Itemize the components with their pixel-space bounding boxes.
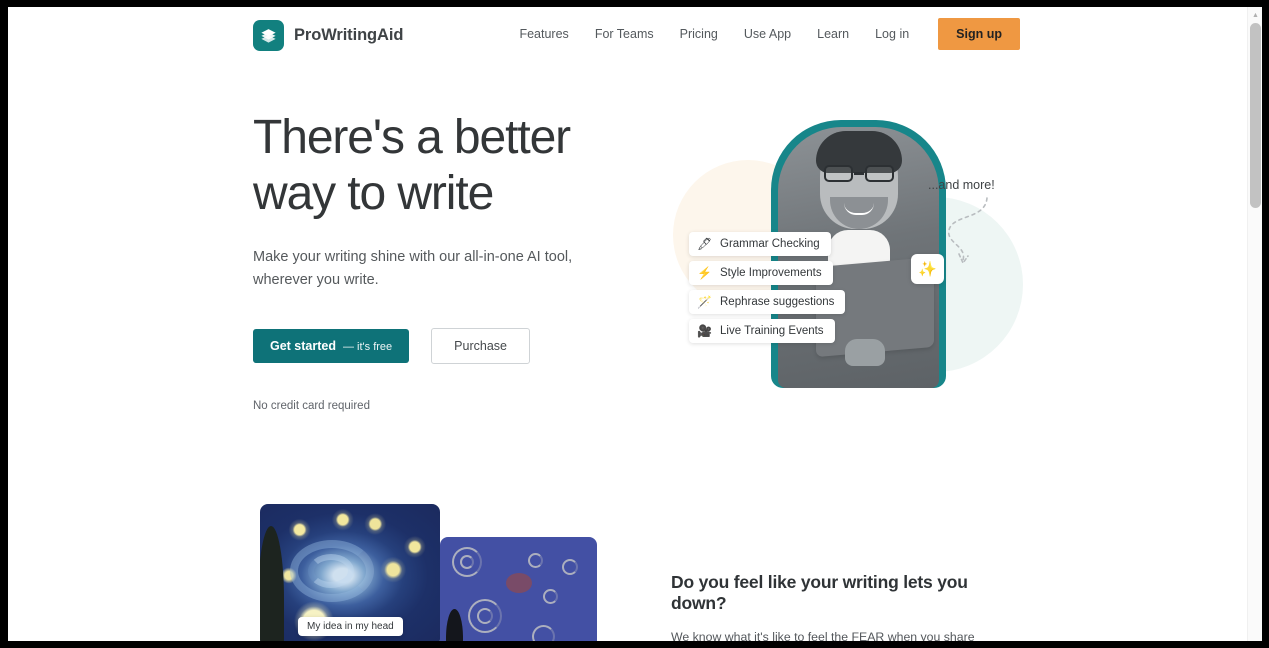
- glasses-lens-right: [865, 165, 894, 182]
- page-scrollbar[interactable]: ▲: [1247, 7, 1262, 641]
- badge-live-training-events[interactable]: 🎥 Live Training Events: [689, 319, 835, 343]
- lower-section-body: We know what it's like to feel the FEAR …: [671, 630, 975, 641]
- stacked-books-icon: [253, 20, 284, 51]
- glasses-lens-left: [824, 165, 853, 182]
- starry-swirl-inner: [308, 554, 354, 588]
- site-header: ProWritingAid Features For Teams Pricing…: [8, 7, 1247, 64]
- hero-copy: There's a better way to write Make your …: [253, 110, 653, 412]
- page-title: There's a better way to write: [253, 110, 653, 222]
- nav-item-log-in[interactable]: Log in: [862, 21, 922, 47]
- hero-illustration: ✨ ...and more! 🖋 Grammar Checking ⚡ Styl…: [663, 102, 1033, 402]
- lower-section-heading: Do you feel like your writing lets you d…: [671, 572, 968, 613]
- lower-section-copy: Do you feel like your writing lets you d…: [671, 572, 1023, 641]
- nav-item-features[interactable]: Features: [506, 21, 581, 47]
- hero-subtitle: Make your writing shine with our all-in-…: [253, 249, 573, 289]
- sketch-red-blob: [506, 573, 532, 593]
- glasses-icon: [824, 165, 894, 182]
- badge-label: Style Improvements: [720, 267, 822, 279]
- hero-cta-row: Get started — it's free Purchase: [253, 328, 653, 365]
- and-more-label: ...and more!: [928, 178, 995, 192]
- sketch-spiral: [543, 589, 558, 604]
- purchase-button[interactable]: Purchase: [431, 328, 530, 365]
- sketch-spiral: [460, 555, 474, 569]
- nav-item-use-app[interactable]: Use App: [731, 21, 804, 47]
- get-started-label: Get started: [270, 339, 336, 354]
- brand-name: ProWritingAid: [294, 26, 404, 44]
- get-started-button[interactable]: Get started — it's free: [253, 329, 410, 364]
- glasses-bridge: [854, 172, 864, 175]
- nav-item-pricing[interactable]: Pricing: [667, 21, 731, 47]
- nav-item-for-teams[interactable]: For Teams: [582, 21, 667, 47]
- scrollbar-thumb[interactable]: [1250, 23, 1261, 208]
- lower-illustration: My idea in my head: [253, 504, 608, 641]
- brand-logo[interactable]: ProWritingAid: [253, 20, 403, 51]
- badge-label: Live Training Events: [720, 325, 824, 337]
- sketch-spiral: [532, 625, 555, 641]
- main-nav: Features For Teams Pricing Use App Learn…: [506, 18, 1020, 50]
- browser-frame: ProWritingAid Features For Teams Pricing…: [8, 7, 1262, 641]
- sketch-spiral: [562, 559, 578, 575]
- video-camera-icon: 🎥: [697, 324, 712, 338]
- badge-rephrase-suggestions[interactable]: 🪄 Rephrase suggestions: [689, 290, 846, 314]
- badge-label: Rephrase suggestions: [720, 296, 835, 308]
- feather-pen-icon: 🖋: [697, 237, 713, 251]
- no-credit-card-note: No credit card required: [253, 400, 370, 413]
- magic-wand-icon: 🪄: [697, 295, 712, 309]
- lightning-bolt-icon: ⚡: [697, 266, 712, 280]
- hero-title-line-1: There's a better: [253, 111, 571, 164]
- cypress-tree: [260, 526, 284, 641]
- sketch-spiral: [477, 608, 493, 624]
- badge-style-improvements[interactable]: ⚡ Style Improvements: [689, 261, 833, 285]
- sketch-spiral: [528, 553, 543, 568]
- idea-in-my-head-label: My idea in my head: [298, 617, 403, 636]
- page-viewport: ProWritingAid Features For Teams Pricing…: [8, 7, 1247, 641]
- sketch-image: [440, 537, 597, 641]
- get-started-sublabel: — it's free: [343, 341, 393, 354]
- hero-title-line-2: way to write: [253, 167, 494, 221]
- badge-grammar-checking[interactable]: 🖋 Grammar Checking: [689, 232, 831, 256]
- sketch-cypress-tree: [446, 609, 463, 641]
- sign-up-button[interactable]: Sign up: [938, 18, 1020, 50]
- person-hand: [845, 339, 885, 366]
- feature-badge-list: 🖋 Grammar Checking ⚡ Style Improvements …: [689, 232, 846, 343]
- scroll-up-arrow-icon[interactable]: ▲: [1248, 8, 1262, 22]
- nav-item-learn[interactable]: Learn: [804, 21, 862, 47]
- dotted-curved-arrow-icon: [948, 197, 988, 265]
- badge-label: Grammar Checking: [720, 238, 820, 250]
